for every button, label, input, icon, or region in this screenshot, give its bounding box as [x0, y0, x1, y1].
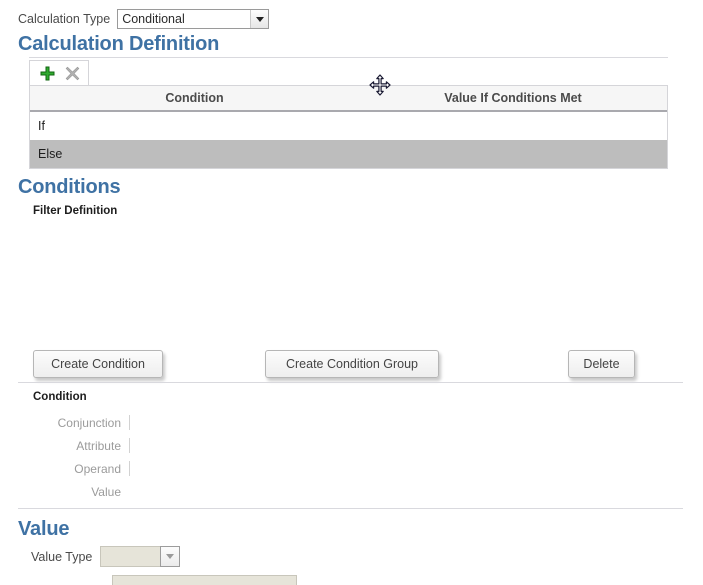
condition-field-operand[interactable]: Operand — [0, 457, 130, 480]
value-type-select[interactable] — [100, 546, 180, 567]
field-separator — [129, 461, 130, 476]
chevron-down-icon[interactable] — [250, 10, 268, 28]
create-condition-button[interactable]: Create Condition — [33, 350, 163, 378]
cell-condition: Else — [30, 147, 359, 161]
condition-field-list: Conjunction Attribute Operand Value — [0, 411, 130, 503]
table-row[interactable]: If — [30, 112, 667, 140]
condition-field-attribute[interactable]: Attribute — [0, 434, 130, 457]
conditions-buttons-rule — [18, 382, 683, 383]
value-input-field[interactable] — [112, 575, 297, 585]
calculation-type-select[interactable]: Conditional — [117, 9, 269, 29]
field-separator — [129, 415, 130, 430]
condition-field-label: Value — [91, 485, 121, 499]
value-type-value — [101, 547, 160, 566]
value-section-rule — [18, 508, 683, 509]
calculation-definition-heading: Calculation Definition — [18, 33, 219, 56]
calculation-type-value: Conditional — [118, 10, 250, 28]
table-row[interactable]: Else — [30, 140, 667, 168]
filter-definition-label: Filter Definition — [33, 205, 117, 217]
cross-icon[interactable] — [64, 65, 81, 82]
value-heading: Value — [18, 518, 69, 541]
chevron-down-icon[interactable] — [160, 546, 180, 567]
column-header-value-if-conditions-met: Value If Conditions Met — [359, 91, 667, 105]
calculation-definition-table: Condition Value If Conditions Met If Els… — [29, 60, 668, 169]
column-header-condition: Condition — [30, 91, 359, 105]
conditions-heading: Conditions — [18, 176, 120, 199]
condition-field-label: Conjunction — [58, 416, 121, 430]
condition-field-value[interactable]: Value — [0, 480, 130, 503]
value-type-label: Value Type — [31, 550, 92, 564]
create-condition-group-button[interactable]: Create Condition Group — [265, 350, 439, 378]
condition-field-label: Operand — [74, 462, 121, 476]
calculation-definition-rule — [29, 57, 668, 58]
table-header-row: Condition Value If Conditions Met — [30, 86, 667, 112]
move-cursor-icon — [369, 74, 391, 96]
table-body-wrapper: Condition Value If Conditions Met If Els… — [29, 85, 668, 169]
table-toolbar — [29, 60, 89, 85]
field-separator — [129, 438, 130, 453]
calculation-type-label: Calculation Type — [18, 12, 110, 26]
field-separator — [129, 484, 130, 499]
condition-field-label: Attribute — [76, 439, 121, 453]
condition-field-conjunction[interactable]: Conjunction — [0, 411, 130, 434]
cell-condition: If — [30, 119, 359, 133]
condition-panel-title: Condition — [33, 391, 87, 403]
calculation-type-row: Calculation Type Conditional — [18, 9, 269, 29]
plus-icon[interactable] — [39, 65, 56, 82]
delete-button[interactable]: Delete — [568, 350, 635, 378]
value-type-row: Value Type — [31, 546, 180, 567]
